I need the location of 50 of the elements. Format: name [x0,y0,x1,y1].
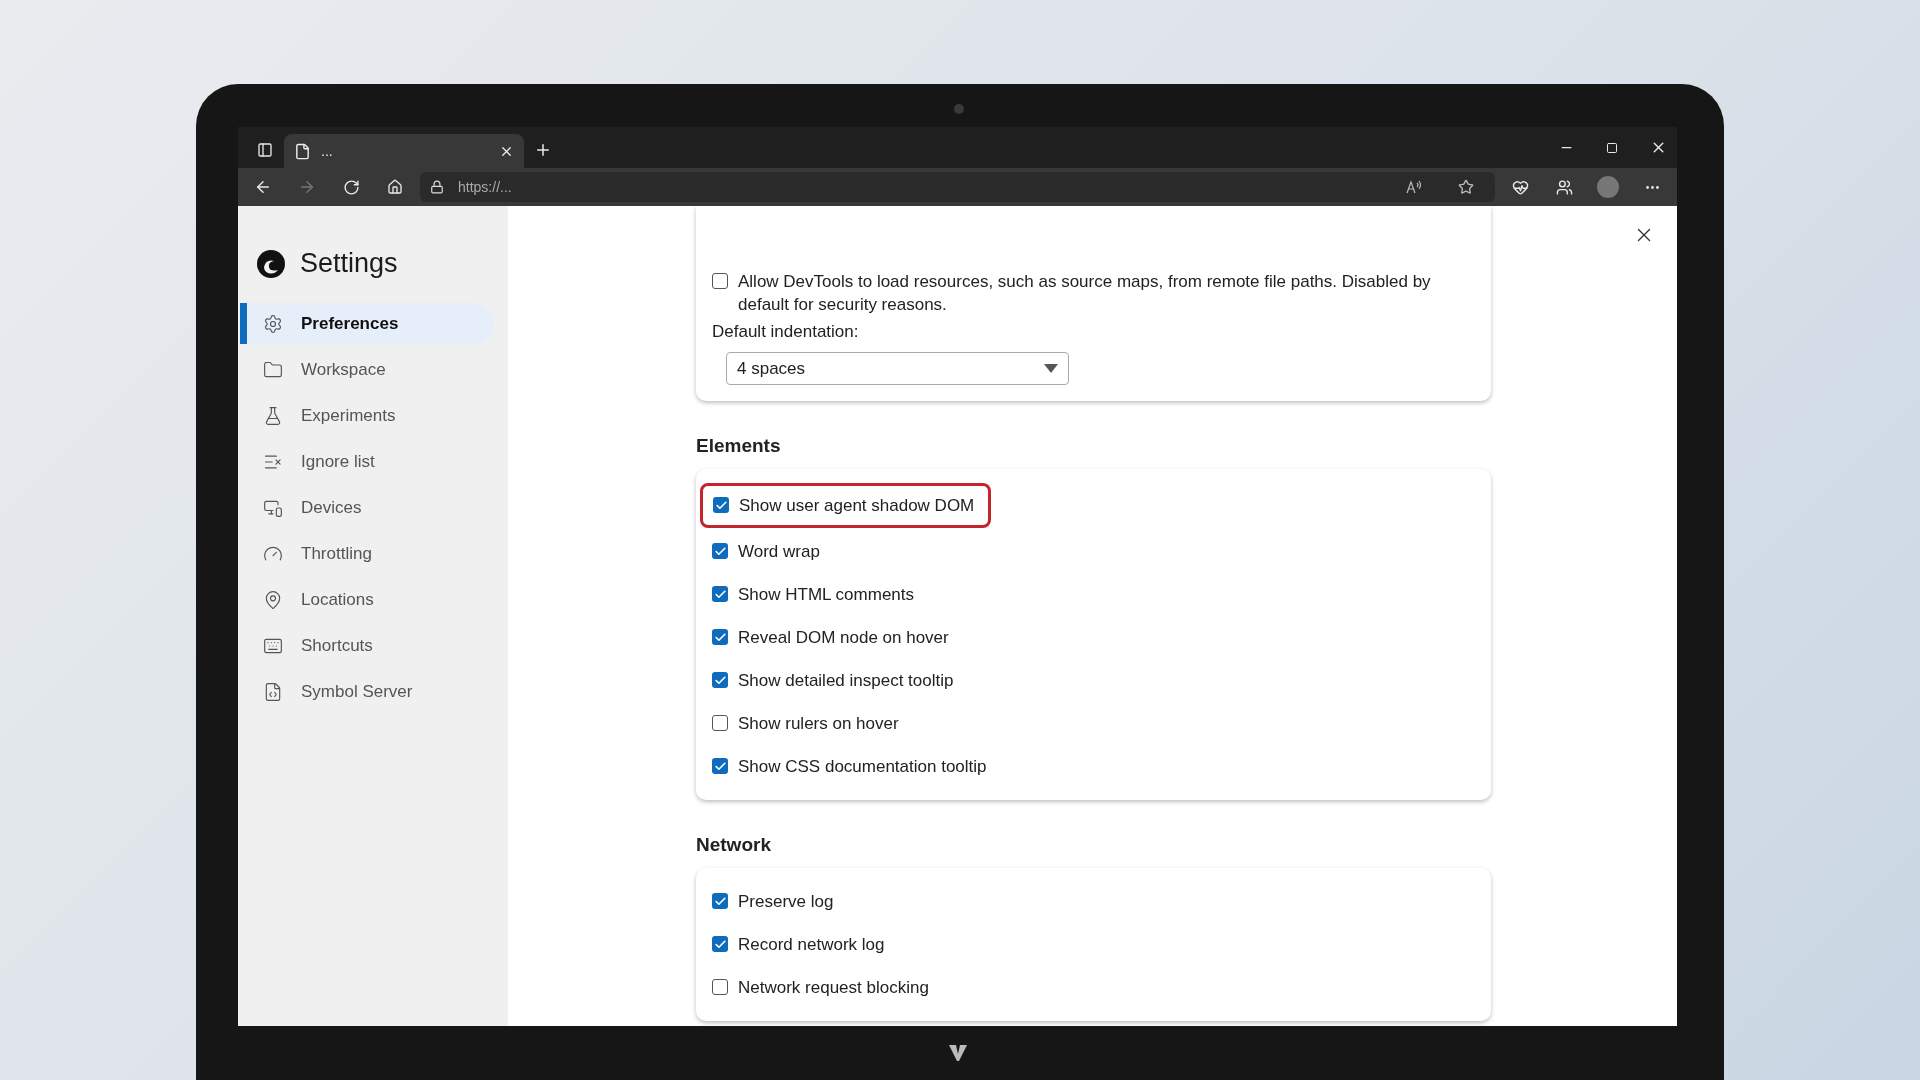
section-heading: Elements [696,435,782,457]
nav-icon [263,405,283,426]
settings-title: Settings [300,248,398,279]
checkbox[interactable] [712,893,728,909]
checkbox[interactable] [712,758,728,774]
nav-item[interactable]: Preferences [240,303,494,344]
swirl-logo-icon [256,248,286,279]
nav-item[interactable]: Experiments [240,395,494,436]
nav-item[interactable]: Throttling [240,533,494,574]
nav-icon [263,313,283,334]
section-heading: Network [696,834,772,856]
address-field[interactable]: https://... [420,172,1495,202]
nav-icon [263,359,283,380]
checkbox[interactable] [712,543,728,559]
option-label: Show CSS documentation tooltip [738,756,987,778]
nav-item[interactable]: Devices [240,487,494,528]
checkbox[interactable] [712,979,728,995]
option-label: Show user agent shadow DOM [739,495,975,517]
option-label: Preserve log [738,891,834,913]
indentation-dropdown[interactable]: 4 spaces [726,352,1069,385]
page-icon [294,142,311,160]
avatar-circle[interactable] [1597,176,1619,198]
checkbox[interactable] [712,273,728,289]
nav-item[interactable]: Locations [240,579,494,620]
field-label: Default indentation: [712,322,860,342]
option-label: Show rulers on hover [738,713,899,735]
checkbox[interactable] [712,715,728,731]
nav-icon [263,681,283,702]
nav-icon [263,589,283,610]
nav-item[interactable]: Ignore list [240,441,494,482]
checkbox[interactable] [712,672,728,688]
checkbox[interactable] [712,936,728,952]
option-label: Show HTML comments [738,584,915,606]
option-label: Network request blocking [738,977,929,999]
option-label: Record network log [738,934,885,956]
option-label: Show detailed inspect tooltip [738,670,954,692]
checkbox[interactable] [712,586,728,602]
option-label: Allow DevTools to load resources, such as source maps, from remote file paths. Disabled by default for security reasons. [738,271,1432,316]
camera-dot [954,104,964,114]
caret-icon [1044,364,1058,373]
brand-logo-icon [947,1044,968,1062]
nav-item[interactable]: Symbol Server [240,671,494,712]
checkbox[interactable] [713,497,729,513]
option-label: Word wrap [738,541,820,563]
browser-tab[interactable]: ... [284,134,524,168]
option-label: Reveal DOM node on hover [738,627,949,649]
nav-item[interactable]: Workspace [240,349,494,390]
nav-item[interactable]: Shortcuts [240,625,494,666]
checkbox[interactable] [712,629,728,645]
lock-icon [430,180,444,194]
